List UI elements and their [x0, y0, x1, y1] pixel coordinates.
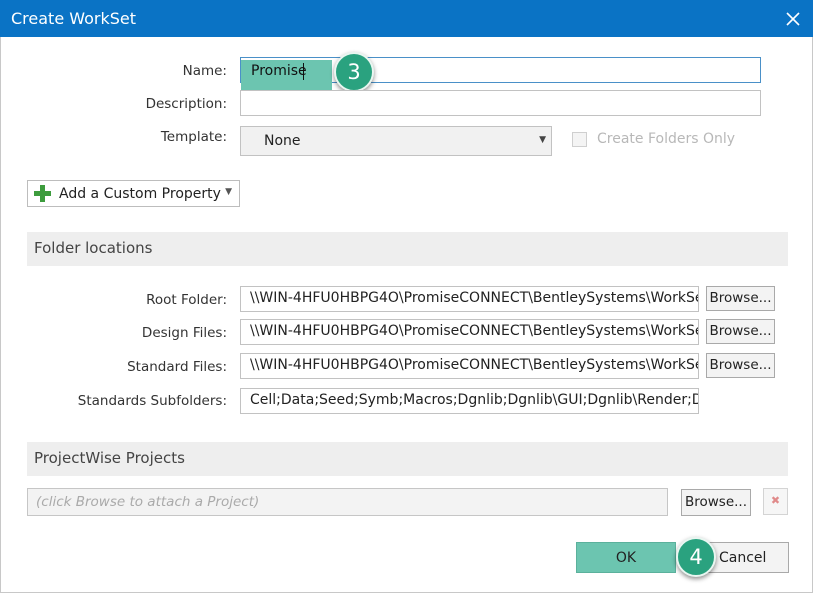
name-label: Name: — [182, 63, 227, 79]
design-files-label: Design Files: — [141, 325, 227, 341]
add-custom-property-button[interactable]: Add a Custom Property ▼ — [27, 180, 240, 207]
standard-files-browse-button[interactable]: Browse... — [706, 353, 775, 378]
standards-subfolders-input[interactable]: Cell;Data;Seed;Symb;Macros;Dgnlib;Dgnlib… — [240, 388, 699, 414]
projectwise-browse-button[interactable]: Browse... — [681, 489, 751, 516]
root-folder-input[interactable]: \\WIN-4HFU0HBPG4O\PromiseCONNECT\Bentley… — [240, 286, 699, 312]
remove-project-button[interactable]: ✖ — [763, 488, 788, 515]
text-caret — [303, 63, 304, 80]
add-custom-property-label: Add a Custom Property — [59, 186, 221, 202]
close-button[interactable] — [773, 0, 813, 37]
dropdown-arrow-icon: ▼ — [539, 135, 546, 145]
root-folder-label: Root Folder: — [146, 292, 227, 308]
plus-icon — [34, 185, 51, 202]
standard-files-label: Standard Files: — [127, 359, 227, 375]
folder-locations-header: Folder locations — [27, 232, 788, 266]
template-value: None — [264, 133, 301, 149]
standards-subfolders-label: Standards Subfolders: — [77, 393, 227, 409]
design-files-input[interactable]: \\WIN-4HFU0HBPG4O\PromiseCONNECT\Bentley… — [240, 319, 699, 345]
create-folders-only-checkbox[interactable] — [572, 132, 587, 147]
step-3-badge: 3 — [334, 52, 374, 92]
window-title: Create WorkSet — [11, 9, 137, 28]
remove-icon: ✖ — [770, 494, 781, 507]
close-icon — [786, 11, 800, 26]
create-folders-only-label: Create Folders Only — [597, 131, 736, 147]
design-files-browse-button[interactable]: Browse... — [706, 319, 775, 344]
title-bar: Create WorkSet — [0, 0, 813, 37]
cancel-button[interactable]: Cancel — [706, 542, 789, 573]
step-4-badge: 4 — [676, 537, 716, 577]
template-select[interactable]: None ▼ — [240, 126, 552, 156]
root-folder-browse-button[interactable]: Browse... — [706, 286, 775, 311]
standard-files-input[interactable]: \\WIN-4HFU0HBPG4O\PromiseCONNECT\Bentley… — [240, 353, 699, 379]
name-value: Promise — [251, 63, 307, 79]
projectwise-projects-header: ProjectWise Projects — [27, 442, 788, 476]
template-label: Template: — [160, 129, 227, 145]
projectwise-project-input[interactable]: (click Browse to attach a Project) — [27, 488, 668, 516]
description-input[interactable] — [240, 90, 761, 116]
ok-button[interactable]: OK — [576, 542, 676, 573]
dropdown-arrow-icon: ▼ — [225, 187, 232, 197]
description-label: Description: — [145, 96, 227, 112]
